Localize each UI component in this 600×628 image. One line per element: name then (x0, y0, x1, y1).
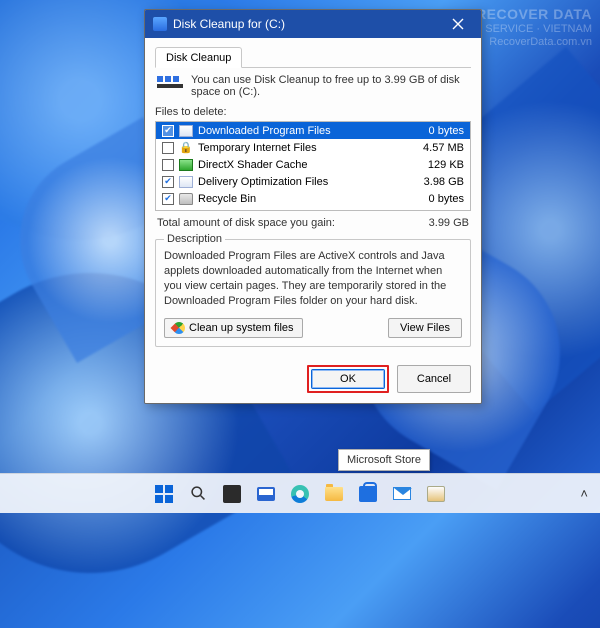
disk-cleanup-dialog: Disk Cleanup for (C:) Disk Cleanup You c… (144, 9, 482, 404)
files-to-delete-label: Files to delete: (155, 106, 471, 118)
total-value: 3.99 GB (429, 217, 469, 229)
store-icon (359, 486, 377, 502)
taskbar-search[interactable] (184, 480, 212, 508)
file-name: DirectX Shader Cache (198, 159, 405, 171)
taskbar-edge[interactable] (286, 480, 314, 508)
taskbar-store[interactable] (354, 480, 382, 508)
file-list-row[interactable]: Delivery Optimization Files 3.98 GB (156, 173, 470, 190)
file-checkbox[interactable] (162, 142, 174, 154)
drive-icon (157, 76, 183, 94)
file-size: 3.98 GB (410, 176, 464, 188)
watermark: RECOVER DATA SERVICE · VIETNAM RecoverDa… (476, 6, 592, 49)
file-name: Delivery Optimization Files (198, 176, 405, 188)
file-size: 129 KB (410, 159, 464, 171)
view-files-button[interactable]: View Files (388, 318, 462, 338)
file-list-row[interactable]: Downloaded Program Files 0 bytes (156, 122, 470, 139)
total-label: Total amount of disk space you gain: (157, 217, 335, 229)
file-size: 0 bytes (410, 193, 464, 205)
taskbar-explorer[interactable] (320, 480, 348, 508)
file-size: 0 bytes (410, 125, 464, 137)
disk-cleanup-icon (153, 17, 167, 31)
taskbar-app[interactable] (422, 480, 450, 508)
file-name: Recycle Bin (198, 193, 405, 205)
file-size: 4.57 MB (410, 142, 464, 154)
shield-icon (171, 320, 188, 337)
taskbar-widgets[interactable] (252, 480, 280, 508)
description-legend: Description (164, 233, 225, 245)
dx-icon (179, 159, 193, 171)
file-checkbox[interactable] (162, 176, 174, 188)
taskbar-mail[interactable] (388, 480, 416, 508)
taskbar-task-view[interactable] (218, 480, 246, 508)
clean-system-files-button[interactable]: Clean up system files (164, 318, 303, 338)
file-list-row[interactable]: Recycle Bin 0 bytes (156, 190, 470, 207)
ok-button[interactable]: OK (311, 369, 385, 389)
task-view-icon (223, 485, 241, 503)
intro-text: You can use Disk Cleanup to free up to 3… (191, 74, 469, 98)
folder-icon (325, 487, 343, 501)
search-icon (190, 485, 207, 502)
tab-strip: Disk Cleanup (155, 46, 471, 68)
close-icon (452, 18, 464, 30)
file-list-row[interactable]: DirectX Shader Cache 129 KB (156, 156, 470, 173)
start-button[interactable] (150, 480, 178, 508)
close-button[interactable] (441, 13, 475, 35)
description-text: Downloaded Program Files are ActiveX con… (164, 249, 462, 308)
taskbar-tooltip: Microsoft Store (338, 449, 430, 471)
file-checkbox[interactable] (162, 193, 174, 205)
file-name: Downloaded Program Files (198, 125, 405, 137)
file-checkbox[interactable] (162, 159, 174, 171)
description-group: Description Downloaded Program Files are… (155, 233, 471, 347)
file-icon (179, 176, 193, 188)
widgets-icon (257, 487, 275, 501)
file-name: Temporary Internet Files (198, 142, 405, 154)
lock-icon: 🔒 (179, 142, 193, 154)
cancel-button[interactable]: Cancel (397, 365, 471, 393)
file-icon (179, 125, 193, 137)
app-icon (427, 486, 445, 502)
windows-icon (155, 485, 173, 503)
window-title: Disk Cleanup for (C:) (173, 17, 441, 31)
titlebar[interactable]: Disk Cleanup for (C:) (145, 10, 481, 38)
tab-disk-cleanup[interactable]: Disk Cleanup (155, 47, 242, 68)
bin-icon (179, 193, 193, 205)
annotation-highlight: OK (307, 365, 389, 393)
mail-icon (393, 487, 411, 500)
chevron-up-icon[interactable]: ˄ (580, 486, 588, 501)
file-checkbox[interactable] (162, 125, 174, 137)
file-list[interactable]: Downloaded Program Files 0 bytes 🔒 Temporar… (155, 121, 471, 211)
system-tray[interactable]: ˄ (580, 486, 588, 501)
edge-icon (291, 485, 309, 503)
taskbar: ˄ (0, 473, 600, 513)
file-list-row[interactable]: 🔒 Temporary Internet Files 4.57 MB (156, 139, 470, 156)
